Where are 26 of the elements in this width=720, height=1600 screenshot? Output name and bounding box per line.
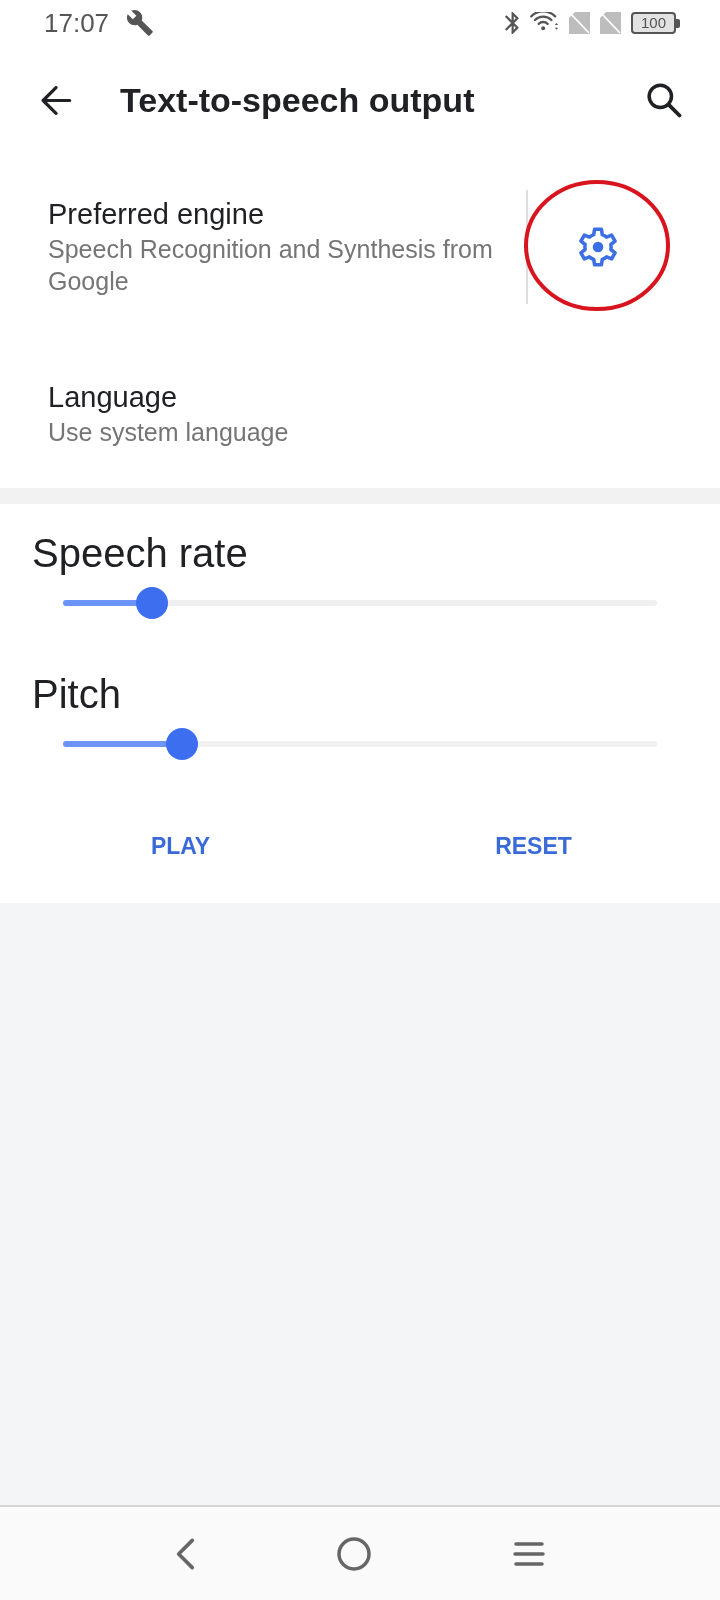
slider-track[interactable] (63, 587, 657, 619)
slider-thumb[interactable] (136, 587, 169, 619)
text-button[interactable]: PLAY (134, 822, 227, 870)
battery-indicator: 100 (631, 12, 680, 34)
setting-title[interactable]: Preferred engine (48, 197, 510, 231)
search-button[interactable] (644, 80, 684, 120)
home-icon[interactable] (337, 1536, 371, 1571)
text-button[interactable]: RESET (479, 822, 588, 870)
setting-summary: Speech Recognition and Synthesis from Google (48, 234, 494, 297)
back-icon[interactable] (175, 1536, 195, 1571)
slider-track[interactable] (63, 728, 657, 760)
menu-icon[interactable] (513, 1540, 545, 1567)
slider-thumb[interactable] (165, 728, 198, 760)
bluetooth-icon (504, 12, 520, 34)
screen-title: Text-to-speech output (120, 80, 475, 120)
slider-label: Pitch (32, 671, 122, 718)
setting-summary: Use system language (48, 417, 290, 448)
no-sim-icon (569, 12, 590, 34)
status-time: 17:07 (44, 7, 110, 39)
back-arrow-icon (40, 85, 72, 115)
settings-icon (578, 227, 618, 267)
setting-title[interactable]: Language (48, 380, 668, 414)
no-sim-icon (600, 12, 621, 34)
search-icon (646, 82, 682, 118)
wrench-icon (127, 10, 154, 36)
slider-label: Speech rate (32, 530, 249, 577)
